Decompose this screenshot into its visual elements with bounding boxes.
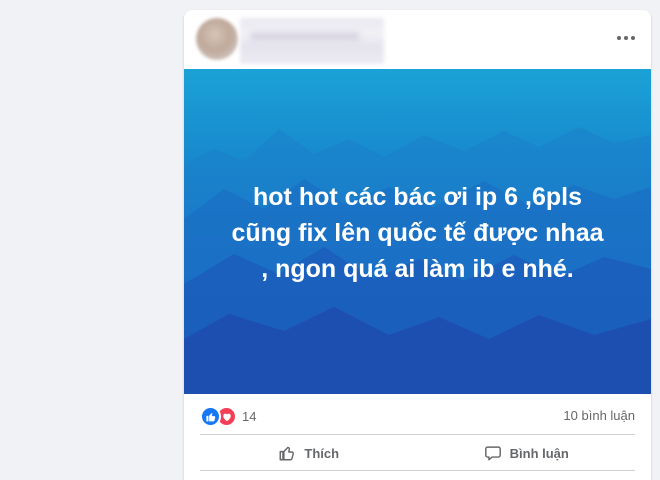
like-reaction-icon [200, 406, 221, 427]
author-name-redacted-line [250, 32, 360, 41]
comment-bubble-icon [484, 444, 502, 462]
author-name-redacted [240, 18, 384, 64]
like-button-label: Thích [304, 445, 340, 461]
post-text-line-3: , ngon quá ai làm ib e nhé. [261, 255, 574, 283]
post-text-line-1: hot hot các bác ơi ip 6 ,6pls [253, 183, 582, 211]
avatar[interactable] [196, 18, 238, 60]
more-options-button[interactable] [611, 26, 641, 50]
post-card: hot hot các bác ơi ip 6 ,6pls cũng fix l… [184, 10, 651, 480]
reaction-count: 14 [242, 409, 257, 424]
like-button[interactable]: Thích [200, 436, 418, 470]
actions-divider [200, 434, 635, 435]
post-stats: 14 10 bình luận [184, 394, 651, 434]
post-image[interactable]: hot hot các bác ơi ip 6 ,6pls cũng fix l… [184, 69, 651, 394]
thumbs-up-icon [278, 444, 296, 462]
reactions-summary[interactable]: 14 [200, 406, 256, 427]
comment-button-label: Bình luận [509, 445, 569, 461]
post-image-text: hot hot các bác ơi ip 6 ,6pls cũng fix l… [184, 179, 651, 287]
post-header [184, 10, 651, 70]
comment-count-link[interactable]: 10 bình luận [563, 408, 635, 423]
post-actions: Thích Bình luận [200, 436, 635, 470]
comment-button[interactable]: Bình luận [418, 436, 636, 470]
bottom-divider [200, 470, 635, 471]
more-horizontal-icon [617, 36, 635, 40]
post-text-line-2: cũng fix lên quốc tế được nhaa [231, 219, 604, 247]
page-background [0, 0, 184, 478]
